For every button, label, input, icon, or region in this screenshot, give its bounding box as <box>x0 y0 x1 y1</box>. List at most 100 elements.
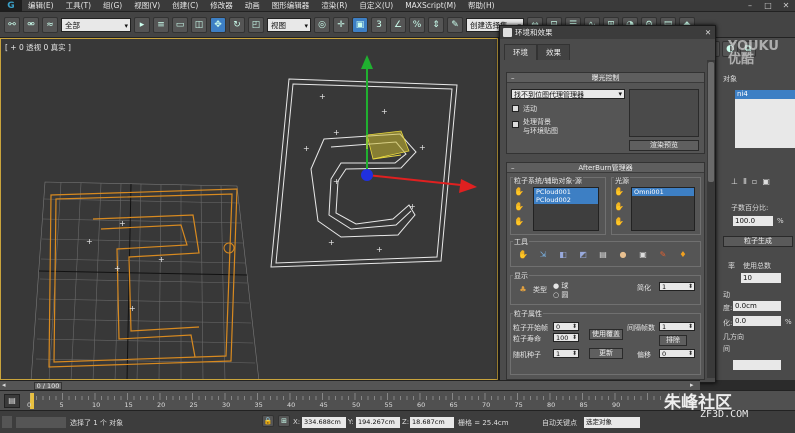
tool-sphere-icon[interactable]: ● <box>617 249 629 261</box>
menu-customize[interactable]: 自定义(U) <box>353 0 399 11</box>
pivot-center-icon[interactable]: ◎ <box>314 16 330 33</box>
menu-edit[interactable]: 编辑(E) <box>22 0 60 11</box>
tool-move-icon[interactable]: ⇲ <box>537 249 549 261</box>
select-manipulate-icon[interactable]: ✛ <box>333 16 349 33</box>
active-checkbox[interactable] <box>512 105 519 112</box>
variation-field[interactable]: 0.0 <box>733 316 781 326</box>
add-light-icon[interactable]: ✋ <box>613 202 625 212</box>
menu-group[interactable]: 组(G) <box>97 0 128 11</box>
z-coord-field[interactable]: 18.687cm <box>410 417 454 428</box>
rate-field[interactable]: 10 <box>741 273 781 283</box>
lock-selection-icon[interactable]: 🔒 <box>262 415 274 427</box>
select-scale-icon[interactable]: ◰ <box>248 16 264 33</box>
perspective-viewport[interactable]: [ + 0 透视 0 真实 ] + + + + + + + + + + + + … <box>0 38 498 380</box>
minimize-button[interactable]: – <box>741 0 759 12</box>
dialog-scrollbar[interactable] <box>707 60 715 378</box>
dialog-titlebar[interactable]: 环境和效果 ✕ <box>500 26 715 39</box>
selection-filter-dropdown[interactable]: 全部 <box>61 17 131 33</box>
timing-field[interactable] <box>733 360 781 370</box>
tool-cube-icon[interactable]: ◧ <box>557 249 569 261</box>
rect-selection-icon[interactable]: ▭ <box>172 16 188 33</box>
maxscript-mini-field[interactable] <box>16 417 66 428</box>
light-item-1[interactable]: Omni001 <box>632 188 694 196</box>
exposure-header[interactable]: 曝光控制 <box>507 73 704 83</box>
link-icon[interactable]: ⚯ <box>4 16 20 33</box>
app-logo[interactable]: G <box>0 0 22 12</box>
tool-image-icon[interactable]: ▤ <box>597 249 609 261</box>
exclude-button[interactable]: 排除 <box>659 335 687 346</box>
pick-particle-icon[interactable]: ✋ <box>513 187 525 197</box>
tab-effects[interactable]: 效果 <box>537 44 570 60</box>
scroll-thumb[interactable] <box>708 62 714 182</box>
menu-tools[interactable]: 工具(T) <box>60 0 97 11</box>
dialog-close-button[interactable]: ✕ <box>701 28 715 37</box>
percent-snap-icon[interactable]: % <box>409 16 425 33</box>
particle-item-2[interactable]: PCloud002 <box>534 196 598 204</box>
render-preview-button[interactable]: 渲染预览 <box>629 140 699 151</box>
tool-hand-icon[interactable]: ✋ <box>517 249 529 261</box>
light-list[interactable]: Omni001 <box>631 187 695 231</box>
window-crossing-icon[interactable]: ◫ <box>191 16 207 33</box>
select-move-icon[interactable]: ✥ <box>210 16 226 33</box>
tool-flame-icon[interactable]: ♦ <box>677 249 689 261</box>
absolute-mode-icon[interactable]: ⊞ <box>278 415 290 427</box>
make-unique-icon[interactable]: ▫ <box>752 177 757 186</box>
modifier-stack-list[interactable]: ni4 <box>735 90 795 148</box>
remove-modifier-icon[interactable]: ▣ <box>762 177 770 186</box>
exposure-dropdown[interactable]: 找不到位图代理管理器 <box>511 89 625 99</box>
afterburn-header[interactable]: AfterBurn管理器 <box>507 163 704 173</box>
update-button[interactable]: 更新 <box>589 348 623 359</box>
time-slider[interactable]: ◂ 0 / 100 ▸ <box>0 380 700 390</box>
select-object-icon[interactable]: ▸ <box>134 16 150 33</box>
select-rotate-icon[interactable]: ↻ <box>229 16 245 33</box>
use-override-button[interactable]: 使用覆盖 <box>589 329 623 340</box>
pin-stack-icon[interactable]: ⊥ <box>731 177 738 186</box>
offset-spinner[interactable]: 0 <box>659 349 695 358</box>
x-coord-field[interactable]: 334.688cm <box>302 417 346 428</box>
menu-rendering[interactable]: 渲染(R) <box>315 0 353 11</box>
menu-graph-editors[interactable]: 图形编辑器 <box>266 0 316 11</box>
menu-view[interactable]: 视图(V) <box>128 0 166 11</box>
ref-coord-dropdown[interactable]: 视图 <box>267 17 311 33</box>
spinner-snap-icon[interactable]: ⇕ <box>428 16 444 33</box>
y-coord-field[interactable]: 194.267cm <box>356 417 400 428</box>
remove-particle-icon[interactable]: ✋ <box>513 217 525 227</box>
tab-environment[interactable]: 环境 <box>504 44 537 60</box>
interval-spinner[interactable]: 1 <box>659 322 695 331</box>
start-frame-spinner[interactable]: 0 <box>553 322 579 331</box>
time-slider-handle[interactable]: 0 / 100 <box>34 382 62 390</box>
life-spinner[interactable]: 100 <box>553 333 579 342</box>
tool-render-icon[interactable]: ▣ <box>637 249 649 261</box>
light-helper-icon[interactable] <box>223 242 235 254</box>
remove-light-icon[interactable]: ✋ <box>613 217 625 227</box>
keyboard-shortcut-icon[interactable]: ▣ <box>352 16 368 33</box>
select-by-name-icon[interactable]: ≡ <box>153 16 169 33</box>
seed-spinner[interactable]: 1 <box>553 349 579 358</box>
tool-fire-icon[interactable]: ✎ <box>657 249 669 261</box>
particle-gen-button[interactable]: 粒子生成 <box>723 236 793 247</box>
menu-create[interactable]: 创建(C) <box>166 0 204 11</box>
angle-snap-icon[interactable]: ∠ <box>390 16 406 33</box>
speed-field[interactable]: 0.0cm <box>733 301 781 311</box>
menu-animation[interactable]: 动画 <box>239 0 266 11</box>
show-end-result-icon[interactable]: Ⅱ <box>743 177 747 186</box>
simplify-spinner[interactable]: 1 <box>659 282 695 291</box>
snap-3d-icon[interactable]: 3 <box>371 16 387 33</box>
type-radio-circle[interactable]: ○ 圆 <box>553 290 568 300</box>
tool-rotate-icon[interactable]: ◩ <box>577 249 589 261</box>
edit-named-sel-icon[interactable]: ✎ <box>447 16 463 33</box>
auto-key-button[interactable]: 自动关键点 <box>542 418 577 428</box>
menu-help[interactable]: 帮助(H) <box>462 0 501 11</box>
stack-item-selected[interactable]: ni4 <box>735 90 795 99</box>
add-particle-icon[interactable]: ✋ <box>513 202 525 212</box>
pick-light-icon[interactable]: ✋ <box>613 187 625 197</box>
use-total-radio[interactable]: 使用总数 <box>743 261 771 271</box>
menu-modifiers[interactable]: 修改器 <box>204 0 239 11</box>
selected-object-dropdown[interactable]: 选定对象 <box>584 417 640 428</box>
particle-item-1[interactable]: PCloud001 <box>534 188 598 196</box>
menu-maxscript[interactable]: MAXScript(M) <box>399 1 462 10</box>
percent-field[interactable]: 100.0 <box>733 216 773 226</box>
maxscript-listener-icon[interactable] <box>2 416 12 428</box>
process-bg-checkbox[interactable] <box>512 121 519 128</box>
particle-list[interactable]: PCloud001 PCloud002 <box>533 187 599 231</box>
